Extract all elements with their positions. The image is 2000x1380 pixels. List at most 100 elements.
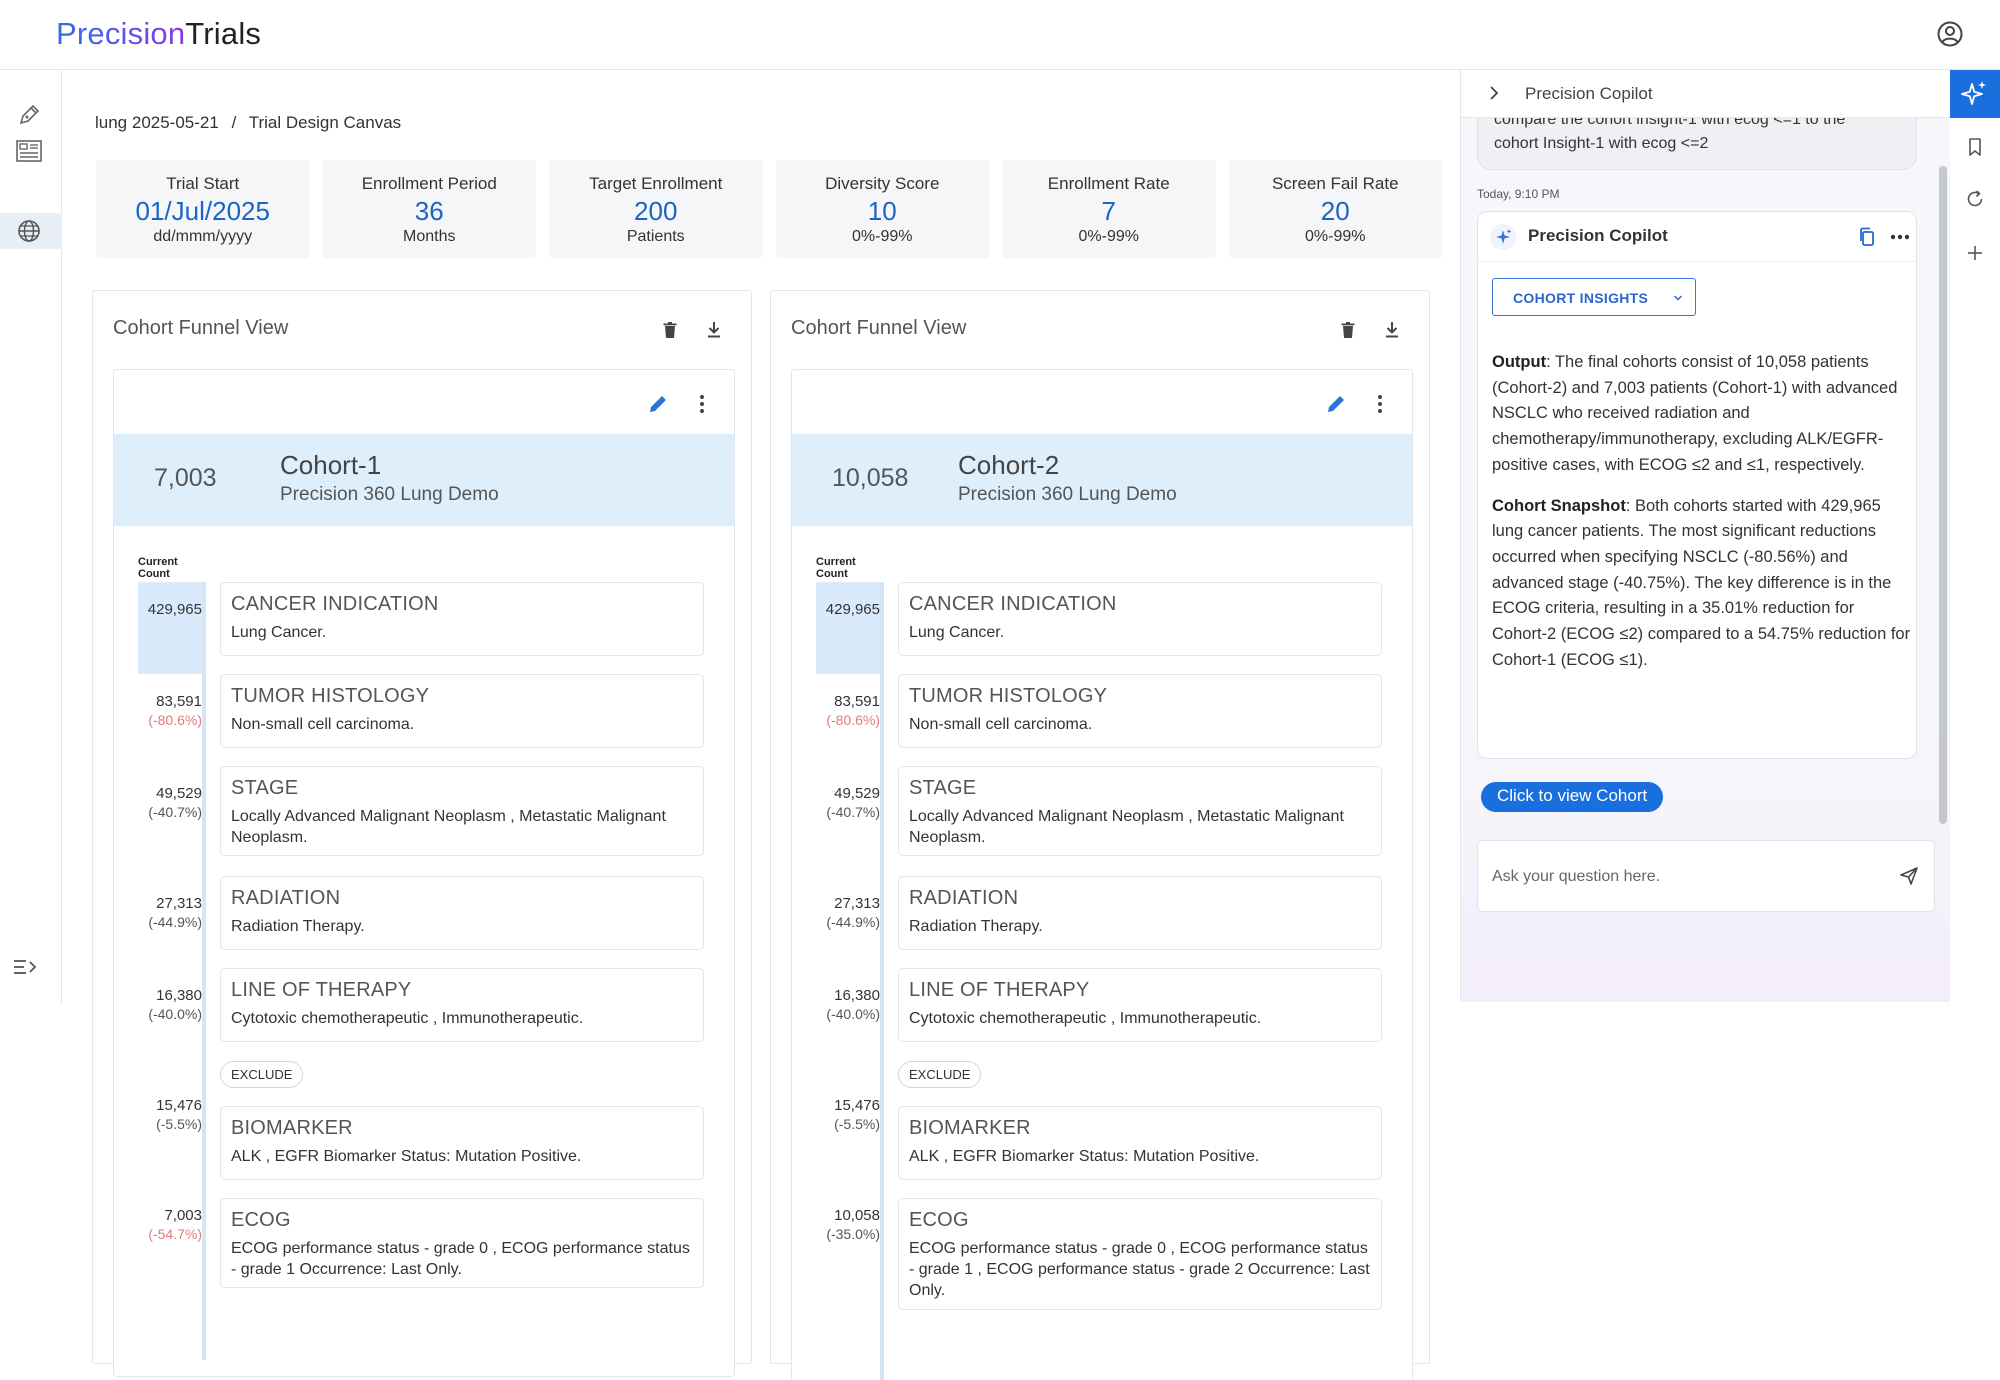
- metric-sub: 0%-99%: [852, 228, 913, 245]
- exclude-badge[interactable]: EXCLUDE: [220, 1061, 304, 1088]
- criteria-card[interactable]: LINE OF THERAPY Cytotoxic chemotherapeuti…: [898, 968, 1382, 1042]
- step-count-value: 15,476: [156, 1097, 202, 1114]
- cohort-header[interactable]: 7,003 Cohort-1 Precision 360 Lung Demo: [114, 434, 734, 526]
- step-count-value: 16,380: [834, 987, 880, 1004]
- step-count-percent: (-40.0%): [826, 1006, 880, 1022]
- cohort-name: Cohort-2: [958, 450, 1060, 480]
- more-horizontal-icon[interactable]: [1888, 226, 1912, 248]
- criteria-title: STAGE: [909, 777, 977, 799]
- cohort-insights-dropdown[interactable]: COHORT INSIGHTS: [1492, 278, 1696, 316]
- copilot-panel: Precision Copilot compare the cohort ins…: [1460, 70, 1951, 1002]
- download-icon[interactable]: [1381, 319, 1403, 341]
- trash-icon[interactable]: [659, 319, 681, 341]
- criteria-title: CANCER INDICATION: [909, 593, 1117, 615]
- copilot-toggle-button[interactable]: [1950, 70, 2000, 118]
- user-icon[interactable]: [1936, 20, 1964, 48]
- breadcrumb-project[interactable]: lung 2025-05-21: [95, 113, 219, 132]
- metric-target-enrollment[interactable]: Target Enrollment 200 Patients: [549, 160, 763, 258]
- step-count: 49,529 (-40.7%): [138, 784, 202, 822]
- step-count-percent: (-40.0%): [148, 1006, 202, 1022]
- step-count-value: 16,380: [156, 987, 202, 1004]
- refresh-icon[interactable]: [1964, 188, 1986, 210]
- step-count-value: 49,529: [156, 785, 202, 802]
- chevron-right-icon[interactable]: [1485, 84, 1503, 102]
- criteria-title: ECOG: [231, 1209, 291, 1231]
- copilot-header: Precision Copilot: [1461, 70, 1951, 118]
- metric-trial-start[interactable]: Trial Start 01/Jul/2025 dd/mmm/yyyy: [96, 160, 310, 258]
- criteria-card[interactable]: RADIATION Radiation Therapy.: [898, 876, 1382, 950]
- layout-icon[interactable]: [14, 136, 44, 166]
- criteria-card[interactable]: TUMOR HISTOLOGY Non-small cell carcinoma.: [220, 674, 704, 748]
- ask-input[interactable]: [1492, 863, 1872, 891]
- step-count-value: 15,476: [834, 1097, 880, 1114]
- criteria-title: BIOMARKER: [231, 1117, 353, 1139]
- cohort-header[interactable]: 10,058 Cohort-2 Precision 360 Lung Demo: [792, 434, 1412, 526]
- globe-icon[interactable]: [14, 216, 44, 246]
- step-count-value: 49,529: [834, 785, 880, 802]
- criteria-title: RADIATION: [231, 887, 341, 909]
- criteria-description: Cytotoxic chemotherapeutic , Immunothera…: [231, 1010, 584, 1027]
- bookmark-icon[interactable]: [1964, 136, 1986, 158]
- criteria-card[interactable]: ECOG ECOG performance status - grade 0 , …: [898, 1198, 1382, 1310]
- metric-enrollment-period[interactable]: Enrollment Period 36 Months: [322, 160, 536, 258]
- right-mini-rail: [1950, 70, 2000, 1002]
- metric-label: Target Enrollment: [589, 174, 723, 193]
- criteria-card[interactable]: CANCER INDICATION Lung Cancer.: [898, 582, 1382, 656]
- edit-icon[interactable]: [1324, 392, 1348, 416]
- snapshot-paragraph: Cohort Snapshot: Both cohorts started wi…: [1492, 494, 1912, 674]
- criteria-card[interactable]: STAGE Locally Advanced Malignant Neoplasm…: [220, 766, 704, 856]
- criteria-card[interactable]: LINE OF THERAPY Cytotoxic chemotherapeuti…: [220, 968, 704, 1042]
- more-vertical-icon[interactable]: [690, 392, 714, 416]
- criteria-card[interactable]: BIOMARKER ALK , EGFR Biomarker Status: Mu…: [898, 1106, 1382, 1180]
- edit-icon[interactable]: [646, 392, 670, 416]
- app-logo[interactable]: PrecisionTrials: [56, 16, 261, 52]
- criteria-card[interactable]: CANCER INDICATION Lung Cancer.: [220, 582, 704, 656]
- metric-enrollment-rate[interactable]: Enrollment Rate 7 0%-99%: [1002, 160, 1216, 258]
- panel-title: Cohort Funnel View: [791, 317, 967, 339]
- metric-sub: 0%-99%: [1305, 228, 1366, 245]
- cohort-funnel-panel: Cohort Funnel View 10,058 Cohort-2 Precisio…: [770, 290, 1430, 1380]
- criteria-title: CANCER INDICATION: [231, 593, 439, 615]
- prev-message-line1: compare the cohort insight-1 with ecog <…: [1494, 118, 1846, 128]
- metric-value: 36: [414, 196, 444, 226]
- metric-sub: Patients: [626, 228, 685, 245]
- criteria-card[interactable]: STAGE Locally Advanced Malignant Neoplasm…: [898, 766, 1382, 856]
- criteria-description: ECOG performance status - grade 0 , ECOG…: [909, 1240, 1370, 1299]
- metric-sub: Months: [403, 228, 456, 245]
- trash-icon[interactable]: [1337, 319, 1359, 341]
- send-icon[interactable]: [1898, 865, 1920, 887]
- panel-title: Cohort Funnel View: [113, 317, 289, 339]
- metric-diversity-score[interactable]: Diversity Score 10 0%-99%: [775, 160, 989, 258]
- criteria-card[interactable]: BIOMARKER ALK , EGFR Biomarker Status: Mu…: [220, 1106, 704, 1180]
- criteria-title: BIOMARKER: [909, 1117, 1031, 1139]
- view-cohort-button[interactable]: Click to view Cohort: [1481, 782, 1664, 812]
- criteria-description: Lung Cancer.: [909, 624, 1005, 641]
- more-vertical-icon[interactable]: [1368, 392, 1392, 416]
- criteria-card[interactable]: TUMOR HISTOLOGY Non-small cell carcinoma.: [898, 674, 1382, 748]
- current-count-label-line1: Current: [138, 556, 178, 568]
- criteria-title: LINE OF THERAPY: [909, 979, 1090, 1001]
- metric-label: Enrollment Rate: [1047, 174, 1170, 193]
- step-count: 429,965: [816, 600, 880, 619]
- step-count-value: 429,965: [147, 601, 202, 618]
- copilot-scrollbar[interactable]: [1939, 166, 1947, 824]
- metric-sub: 0%-99%: [1078, 228, 1139, 245]
- step-count: 27,313 (-44.9%): [816, 894, 880, 932]
- pen-icon[interactable]: [14, 100, 44, 130]
- criteria-title: TUMOR HISTOLOGY: [909, 685, 1108, 707]
- step-count-percent: (-54.7%): [148, 1226, 202, 1242]
- criteria-description: Locally Advanced Malignant Neoplasm , Me…: [231, 808, 666, 846]
- download-icon[interactable]: [703, 319, 725, 341]
- plus-icon[interactable]: [1964, 242, 1986, 264]
- copy-icon[interactable]: [1856, 226, 1878, 248]
- funnel-bar-top: [816, 582, 884, 674]
- metric-sub: dd/mmm/yyyy: [153, 228, 253, 245]
- criteria-card[interactable]: ECOG ECOG performance status - grade 0 , …: [220, 1198, 704, 1288]
- criteria-card[interactable]: RADIATION Radiation Therapy.: [220, 876, 704, 950]
- exclude-badge[interactable]: EXCLUDE: [898, 1061, 982, 1088]
- metric-screen-fail-rate[interactable]: Screen Fail Rate 20 0%-99%: [1228, 160, 1442, 258]
- step-count-percent: (-80.6%): [148, 712, 202, 728]
- left-rail: [0, 70, 62, 1004]
- menu-expand-icon[interactable]: [10, 952, 40, 982]
- funnel-bar-line: [202, 582, 206, 1360]
